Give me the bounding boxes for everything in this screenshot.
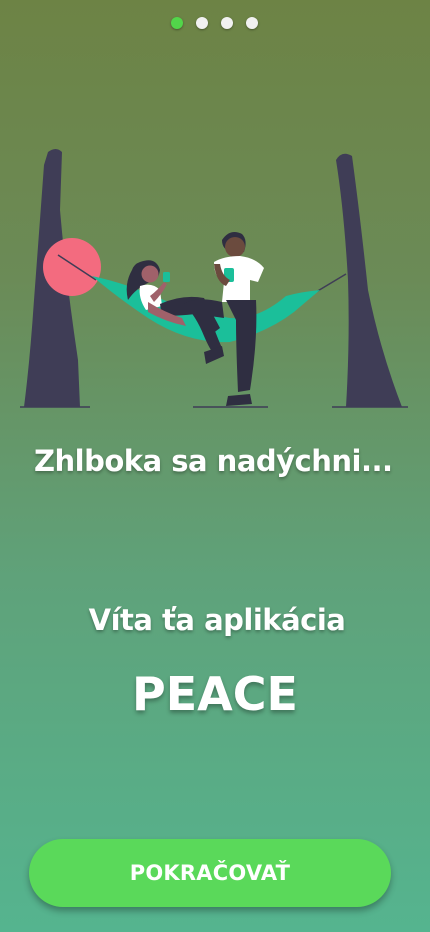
- right-tree: [336, 153, 402, 407]
- page-indicator: [171, 17, 258, 29]
- page-dot-2[interactable]: [196, 17, 208, 29]
- onboarding-screen: Zhlboka sa nadýchni... Víta ťa aplikácia…: [0, 0, 430, 932]
- welcome-text: Víta ťa aplikácia: [88, 603, 346, 637]
- continue-button[interactable]: POKRAČOVAŤ: [29, 839, 391, 907]
- headline: Zhlboka sa nadýchni...: [34, 444, 393, 478]
- hammock-relax-illustration: [20, 149, 408, 408]
- page-dot-4[interactable]: [246, 17, 258, 29]
- page-dot-3[interactable]: [221, 17, 233, 29]
- hammock-ropes: [57, 254, 347, 293]
- sun-shape: [43, 238, 101, 296]
- continue-button-label: POKRAČOVAŤ: [129, 861, 291, 885]
- app-name: PEACE: [132, 667, 298, 721]
- page-dot-1[interactable]: [171, 17, 183, 29]
